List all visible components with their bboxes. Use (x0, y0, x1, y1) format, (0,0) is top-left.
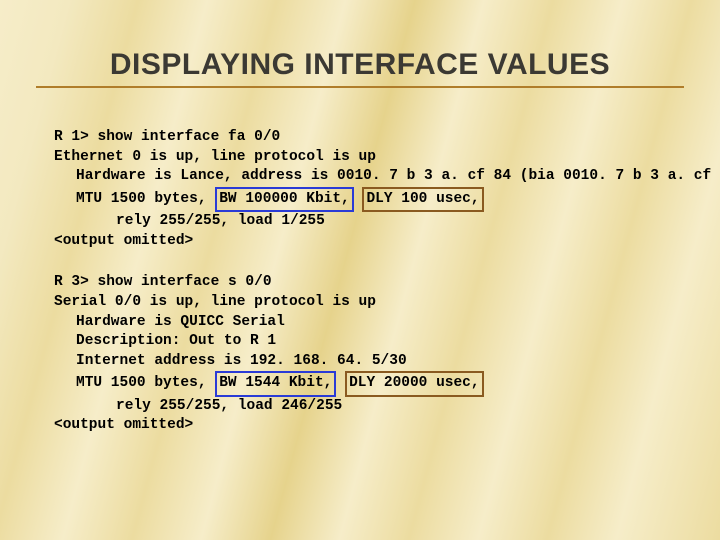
rely-line: rely 255/255, load 1/255 (54, 212, 680, 232)
omitted-line: <output omitted> (54, 232, 680, 252)
rely-line: rely 255/255, load 246/255 (54, 397, 680, 417)
mtu-prefix: MTU 1500 bytes, (76, 191, 215, 207)
title-area: DISPLAYING INTERFACE VALUES (0, 48, 720, 88)
terminal-output: R 1> show interface fa 0/0 Ethernet 0 is… (54, 128, 680, 436)
bw-highlight: BW 100000 Kbit, (215, 187, 354, 213)
mtu-mid (354, 191, 363, 207)
dly-highlight: DLY 100 usec, (362, 187, 483, 213)
status-line: Serial 0/0 is up, line protocol is up (54, 293, 680, 313)
description-line: Description: Out to R 1 (54, 332, 680, 352)
output-block-2: R 3> show interface s 0/0 Serial 0/0 is … (54, 273, 680, 436)
hardware-line: Hardware is Lance, address is 0010. 7 b … (54, 167, 680, 187)
mtu-prefix: MTU 1500 bytes, (76, 375, 215, 391)
dly-highlight: DLY 20000 usec, (345, 371, 484, 397)
hardware-line: Hardware is QUICC Serial (54, 313, 680, 333)
mtu-mid (336, 375, 345, 391)
title-underline (36, 86, 684, 88)
mtu-line: MTU 1500 bytes, BW 100000 Kbit, DLY 100 … (54, 187, 680, 213)
mtu-line: MTU 1500 bytes, BW 1544 Kbit, DLY 20000 … (54, 371, 680, 397)
ip-line: Internet address is 192. 168. 64. 5/30 (54, 352, 680, 372)
slide-title: DISPLAYING INTERFACE VALUES (0, 48, 720, 86)
cmd-line: R 3> show interface s 0/0 (54, 273, 680, 293)
output-block-1: R 1> show interface fa 0/0 Ethernet 0 is… (54, 128, 680, 251)
omitted-line: <output omitted> (54, 416, 680, 436)
bw-highlight: BW 1544 Kbit, (215, 371, 336, 397)
status-line: Ethernet 0 is up, line protocol is up (54, 148, 680, 168)
cmd-line: R 1> show interface fa 0/0 (54, 128, 680, 148)
